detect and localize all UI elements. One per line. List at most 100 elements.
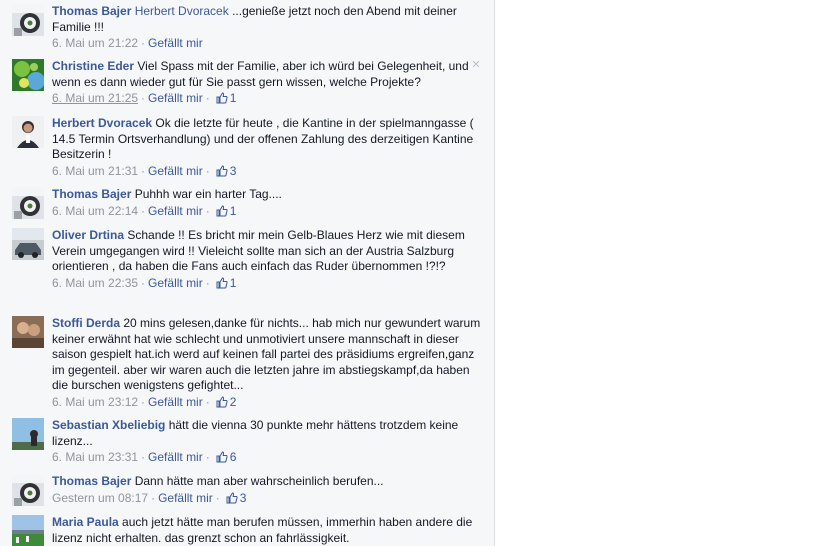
avatar[interactable]: [12, 515, 44, 546]
comment-author-link[interactable]: Maria Paula: [52, 515, 119, 529]
comment-meta: 6. Mai um 21:25 · Gefällt mir · 1: [52, 91, 482, 106]
like-count[interactable]: 1: [216, 91, 237, 105]
like-count-number: 1: [229, 275, 237, 290]
comment-body: Sebastian Xbeliebig hätt die vienna 30 p…: [52, 418, 482, 465]
separator: ·: [205, 203, 210, 218]
separator: ·: [141, 163, 146, 178]
separator: ·: [141, 91, 146, 105]
like-count[interactable]: 3: [226, 490, 247, 505]
like-count[interactable]: 1: [216, 203, 237, 218]
like-count-number: 1: [229, 91, 237, 105]
comment-author-link[interactable]: Oliver Drtina: [52, 228, 124, 242]
separator: ·: [215, 490, 220, 505]
comment-meta: 6. Mai um 21:31 · Gefällt mir · 3: [52, 164, 482, 179]
like-count-number: 3: [229, 163, 237, 178]
comment-timestamp[interactable]: 6. Mai um 22:35: [52, 276, 138, 290]
thumbs-up-icon: [216, 91, 230, 105]
separator: ·: [141, 275, 146, 290]
comment-text: Stoffi Derda 20 mins gelesen,danke für n…: [52, 316, 482, 394]
comment-text: Thomas Bajer Puhhh war ein harter Tag...…: [52, 187, 482, 203]
separator: ·: [141, 394, 146, 409]
avatar[interactable]: [12, 4, 44, 36]
comment-meta: 6. Mai um 21:22 · Gefällt mir: [52, 36, 482, 51]
comment-author-link[interactable]: Christine Eder: [52, 59, 134, 73]
thumbs-up-icon: [216, 276, 230, 290]
comment-body: Christine Eder Viel Spass mit der Famili…: [52, 59, 482, 106]
comment-text: Christine Eder Viel Spass mit der Famili…: [52, 59, 482, 90]
comment-timestamp[interactable]: Gestern um 08:17: [52, 491, 148, 505]
like-count-number: 1: [229, 203, 237, 218]
separator: ·: [205, 450, 210, 464]
comment-message: Puhhh war ein harter Tag....: [131, 187, 282, 201]
avatar[interactable]: [12, 187, 44, 219]
comment-body: Herbert Dvoracek Ok die letzte für heute…: [52, 116, 482, 179]
comment-body: Maria Paula auch jetzt hätte man berufen…: [52, 515, 482, 546]
comment-timestamp[interactable]: 6. Mai um 21:31: [52, 164, 138, 178]
mention-link[interactable]: Herbert Dvoracek: [135, 4, 229, 18]
comment-body: Thomas Bajer Dann hätte man aber wahrsch…: [52, 474, 482, 506]
thumbs-up-icon: [216, 204, 230, 218]
comment-meta: 6. Mai um 23:12 · Gefällt mir · 2: [52, 395, 482, 410]
separator: ·: [205, 275, 210, 290]
separator: ·: [151, 490, 156, 505]
thumbs-up-icon: [216, 450, 230, 464]
like-count[interactable]: 6: [216, 450, 237, 464]
like-count-number: 3: [239, 490, 247, 505]
separator: ·: [141, 203, 146, 218]
like-count[interactable]: 2: [216, 394, 237, 409]
comment-timestamp[interactable]: 6. Mai um 23:31: [52, 450, 138, 464]
comment-message: Dann hätte man aber wahrscheinlich beruf…: [131, 474, 384, 488]
like-count[interactable]: 1: [216, 275, 237, 290]
like-link[interactable]: Gefällt mir: [148, 450, 203, 464]
comments-panel: Thomas Bajer Herbert Dvoracek ...genieße…: [0, 0, 495, 546]
like-count-number: 2: [229, 394, 237, 409]
avatar[interactable]: [12, 59, 44, 91]
like-count-number: 6: [229, 450, 237, 464]
like-link[interactable]: Gefällt mir: [148, 276, 203, 290]
comment-timestamp[interactable]: 6. Mai um 22:14: [52, 204, 138, 218]
like-link[interactable]: Gefällt mir: [148, 91, 203, 105]
separator: ·: [205, 163, 210, 178]
comment-author-link[interactable]: Thomas Bajer: [52, 187, 131, 201]
comment-text: Sebastian Xbeliebig hätt die vienna 30 p…: [52, 418, 482, 449]
avatar[interactable]: [12, 418, 44, 450]
thumbs-up-icon: [216, 164, 230, 178]
comment-body: Oliver Drtina Schande !! Es bricht mir m…: [52, 228, 482, 291]
comment-author-link[interactable]: Herbert Dvoracek: [52, 116, 152, 130]
comment-author-link[interactable]: Sebastian Xbeliebig: [52, 418, 165, 432]
comment-body: Stoffi Derda 20 mins gelesen,danke für n…: [52, 316, 482, 410]
separator: ·: [141, 450, 146, 464]
close-icon[interactable]: ×: [469, 57, 483, 72]
thumbs-up-icon: [216, 395, 230, 409]
separator: ·: [205, 394, 210, 409]
separator: ·: [141, 36, 146, 50]
avatar[interactable]: [12, 228, 44, 260]
comment-body: Thomas Bajer Puhhh war ein harter Tag...…: [52, 187, 482, 219]
avatar[interactable]: [12, 474, 44, 506]
comment-meta: Gestern um 08:17 · Gefällt mir · 3: [52, 491, 482, 506]
like-link[interactable]: Gefällt mir: [148, 36, 203, 50]
comment-author-link[interactable]: Thomas Bajer: [52, 474, 131, 488]
comment-timestamp[interactable]: 6. Mai um 21:25: [52, 91, 138, 105]
like-link[interactable]: Gefällt mir: [148, 164, 203, 178]
like-link[interactable]: Gefällt mir: [148, 204, 203, 218]
like-link[interactable]: Gefällt mir: [158, 491, 213, 505]
comment-text: Thomas Bajer Herbert Dvoracek ...genieße…: [52, 4, 482, 35]
comment-author-link[interactable]: Stoffi Derda: [52, 316, 120, 330]
comment-meta: 6. Mai um 22:35 · Gefällt mir · 1: [52, 276, 482, 291]
comment-timestamp[interactable]: 6. Mai um 23:12: [52, 395, 138, 409]
like-link[interactable]: Gefällt mir: [148, 395, 203, 409]
comment-meta: 6. Mai um 23:31 · Gefällt mir · 6: [52, 450, 482, 465]
avatar[interactable]: [12, 116, 44, 148]
separator: ·: [205, 91, 210, 105]
comment-text: Oliver Drtina Schande !! Es bricht mir m…: [52, 228, 482, 275]
comment-meta: 6. Mai um 22:14 · Gefällt mir · 1: [52, 204, 482, 219]
comment-text: Thomas Bajer Dann hätte man aber wahrsch…: [52, 474, 482, 490]
like-count[interactable]: 3: [216, 163, 237, 178]
comment-text: Herbert Dvoracek Ok die letzte für heute…: [52, 116, 482, 163]
avatar[interactable]: [12, 316, 44, 348]
comment-timestamp[interactable]: 6. Mai um 21:22: [52, 36, 138, 50]
comment-text: Maria Paula auch jetzt hätte man berufen…: [52, 515, 482, 546]
comment-body: Thomas Bajer Herbert Dvoracek ...genieße…: [52, 4, 482, 51]
comment-author-link[interactable]: Thomas Bajer: [52, 4, 131, 18]
